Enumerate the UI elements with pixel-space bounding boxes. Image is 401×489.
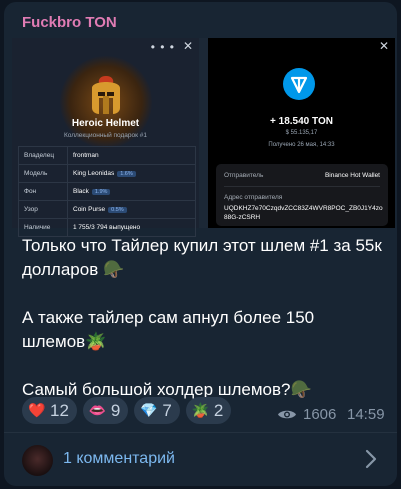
comments-label: 1 комментарий	[63, 450, 175, 467]
sender-address: UQDKHZ7e70CzqdvZCC83Z4WVR8POC_ZB0J1Y4zo8…	[224, 205, 383, 221]
received-date: Получено 26 мая, 14:33	[268, 142, 335, 148]
sender-name: Binance Hot Wallet	[324, 172, 380, 179]
eye-icon	[278, 410, 296, 419]
sender-details: Отправитель Binance Hot Wallet Адрес отп…	[216, 164, 388, 226]
attr-key: Владелец	[18, 146, 68, 165]
attr-value: King Leonidas 1.6%	[67, 164, 196, 183]
media-album[interactable]: • • • ✕ Heroic Helmet Коллекционный пода…	[12, 38, 395, 237]
gift-attributes-table: Владелец frontman Модель King Leonidas 1.…	[18, 146, 196, 237]
close-icon: ✕	[182, 39, 193, 53]
address-label: Адрес отправителя	[224, 194, 283, 201]
reaction-plant[interactable]: 🪴 2	[185, 397, 232, 424]
reaction-count: 9	[110, 400, 121, 420]
table-row: Фон Black 1.9%	[18, 182, 196, 201]
gift-preview-image[interactable]: • • • ✕ Heroic Helmet Коллекционный пода…	[12, 38, 199, 237]
plant-icon: 🪴	[191, 402, 210, 418]
message-text: Только что Тайлер купил этот шлем #1 за …	[22, 236, 382, 399]
table-row: Узор Coin Purse 0.5%	[18, 200, 196, 219]
reaction-heart[interactable]: ❤️ 12	[22, 397, 77, 424]
gift-subtitle: Коллекционный подарок #1	[63, 132, 148, 139]
chevron-right-icon	[365, 449, 377, 469]
ton-diamond-icon	[290, 76, 308, 94]
reaction-count: 7	[162, 400, 172, 420]
table-row: Модель King Leonidas 1.6%	[18, 164, 196, 183]
ton-amount: + 18.540 TON	[270, 116, 333, 127]
table-row: Владелец frontman	[18, 146, 196, 165]
lips-icon: 👄	[88, 402, 107, 418]
attr-key: Фон	[18, 182, 68, 201]
close-icon: ✕	[378, 39, 389, 53]
ton-logo-icon	[283, 68, 315, 100]
reaction-diamond[interactable]: 💎 7	[134, 397, 180, 424]
diamond-icon: 💎	[140, 402, 158, 418]
message-time: 14:59	[347, 406, 385, 423]
gift-title: Heroic Helmet	[71, 118, 140, 129]
channel-name[interactable]: Fuckbro TON	[22, 14, 117, 31]
rarity-badge: 1.9%	[91, 189, 111, 195]
usd-amount: $ 55.135,17	[285, 130, 318, 136]
avatar	[22, 445, 53, 476]
comments-button[interactable]: 1 комментарий	[4, 433, 397, 486]
sender-label: Отправитель	[224, 172, 264, 179]
rarity-badge: 1.6%	[117, 171, 136, 177]
attr-value: frontman	[67, 146, 196, 165]
views-number: 1606	[303, 406, 337, 423]
divider	[224, 186, 380, 187]
reaction-count: 2	[213, 400, 224, 420]
attr-key: Узор	[18, 200, 68, 219]
reaction-lips[interactable]: 👄 9	[82, 397, 129, 424]
heart-icon: ❤️	[28, 402, 46, 418]
spartan-helmet-icon	[92, 76, 120, 114]
view-count: 1606	[277, 406, 336, 423]
attr-value: Coin Purse 0.5%	[67, 200, 196, 219]
reactions-bar: ❤️ 12 👄 9 💎 7 🪴 2	[22, 397, 232, 424]
message-card: Fuckbro TON • • • ✕ Heroic Helmet Коллек…	[4, 2, 397, 486]
rarity-badge: 0.5%	[108, 207, 127, 213]
attr-key: Модель	[18, 164, 68, 183]
attr-value: Black 1.9%	[67, 182, 196, 201]
more-icon: • • •	[150, 40, 175, 54]
transaction-preview-image[interactable]: ✕ + 18.540 TON $ 55.135,17 Получено 26 м…	[208, 38, 395, 228]
reaction-count: 12	[50, 400, 69, 420]
